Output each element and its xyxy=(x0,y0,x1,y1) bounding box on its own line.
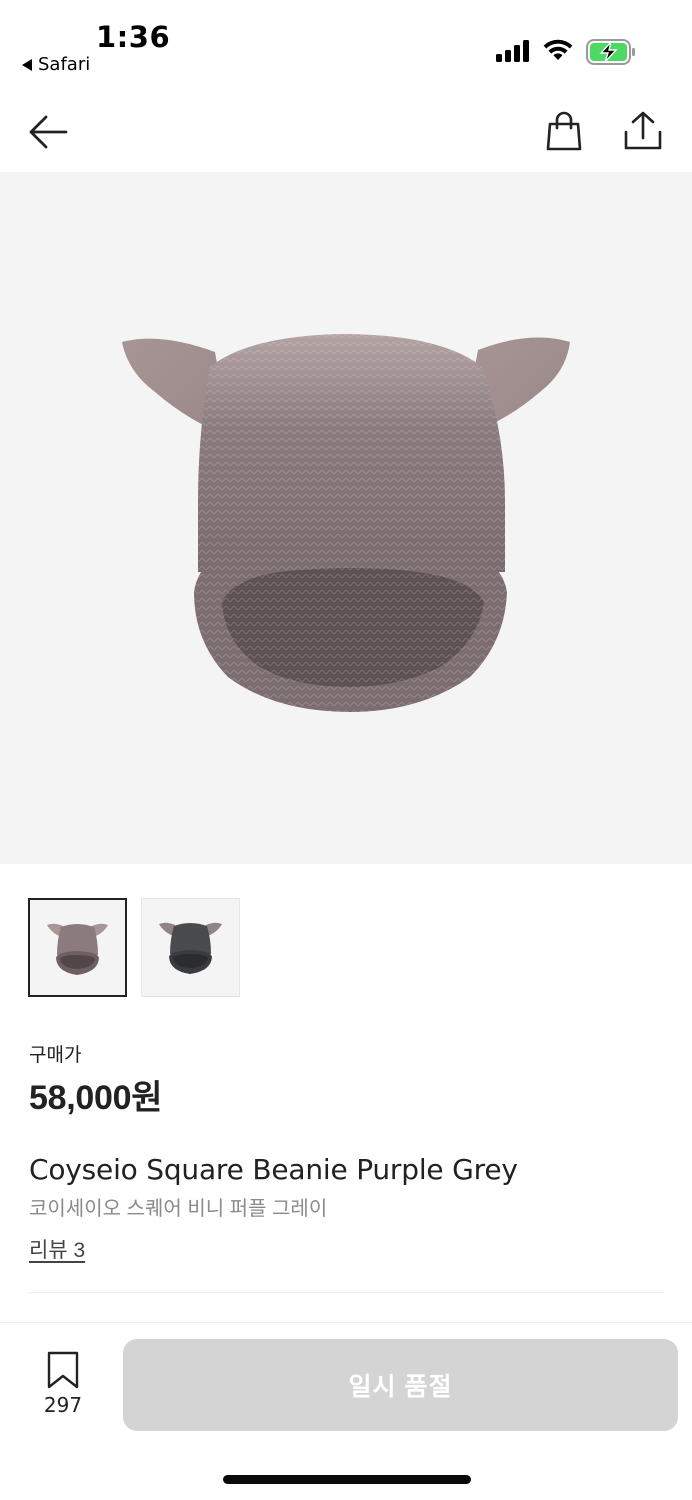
price-label: 구매가 xyxy=(29,1045,82,1066)
thumbnail-beanie-purple-image xyxy=(47,923,108,975)
wifi-icon xyxy=(543,39,573,60)
battery-charging-icon xyxy=(586,39,635,65)
bottom-action-bar: 297 일시 품절 xyxy=(0,1322,692,1500)
back-app-label: Safari xyxy=(38,54,91,75)
shopping-bag-icon[interactable] xyxy=(544,110,584,152)
thumbnail-strip xyxy=(28,898,240,997)
thumbnail-beanie-charcoal-image xyxy=(159,922,222,974)
bookmark-icon xyxy=(47,1351,79,1389)
divider xyxy=(28,1292,664,1293)
product-title-english: Coyseio Square Beanie Purple Grey xyxy=(29,1153,518,1186)
beanie-illustration xyxy=(122,334,570,712)
sold-out-button[interactable]: 일시 품절 xyxy=(123,1339,678,1431)
product-title-korean: 코이세이오 스퀘어 비니 퍼플 그레이 xyxy=(29,1198,328,1220)
product-image[interactable] xyxy=(0,172,692,864)
share-icon[interactable] xyxy=(622,110,664,152)
thumbnail-purple-grey[interactable] xyxy=(28,898,127,997)
navigation-bar xyxy=(0,96,692,172)
bookmark-button[interactable]: 297 xyxy=(40,1351,86,1423)
bookmark-count: 297 xyxy=(43,1393,83,1417)
status-time: 1:36 xyxy=(96,20,171,54)
home-indicator[interactable] xyxy=(223,1475,471,1484)
back-to-safari-link[interactable]: Safari xyxy=(22,54,90,75)
back-arrow-icon[interactable] xyxy=(26,112,70,152)
thumbnail-charcoal[interactable] xyxy=(141,898,240,997)
price-value: 58,000원 xyxy=(29,1079,163,1117)
status-bar: 1:36 Safari xyxy=(0,0,692,90)
review-link[interactable]: 리뷰 3 xyxy=(29,1234,85,1264)
back-triangle-icon xyxy=(22,58,32,71)
cellular-signal-icon xyxy=(496,40,529,62)
